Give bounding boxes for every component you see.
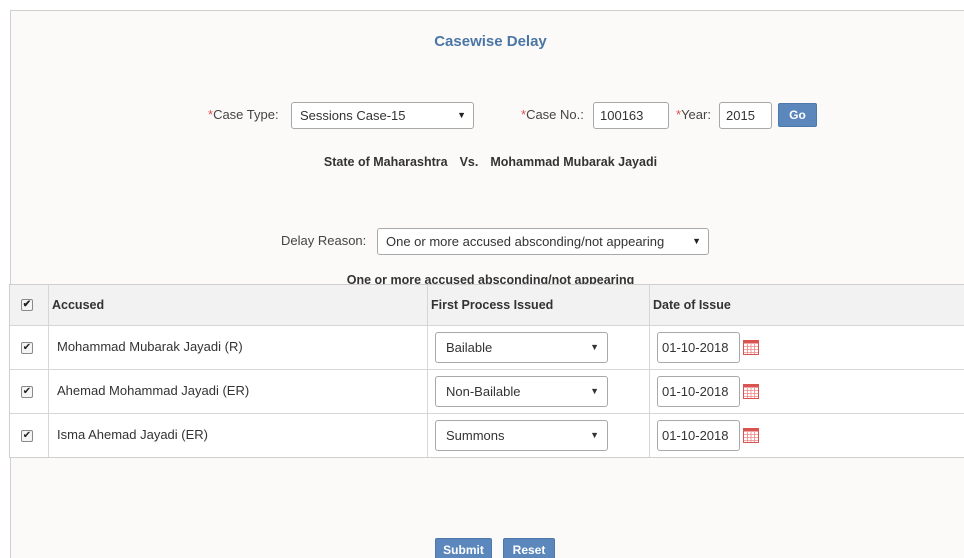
process-value: Summons bbox=[446, 428, 505, 443]
date-of-issue-input[interactable]: 01-10-2018 bbox=[657, 420, 740, 451]
go-button[interactable]: Go bbox=[778, 103, 817, 127]
process-value: Bailable bbox=[446, 340, 493, 355]
date-of-issue-input[interactable]: 01-10-2018 bbox=[657, 332, 740, 363]
process-select[interactable]: Summons ▼ bbox=[435, 420, 608, 451]
accused-name: Isma Ahemad Jayadi (ER) bbox=[57, 427, 209, 442]
chevron-down-icon: ▼ bbox=[590, 342, 599, 352]
delay-reason-label: Delay Reason: bbox=[281, 233, 367, 248]
case-type-select[interactable]: Sessions Case-15 ▼ bbox=[291, 102, 474, 129]
table-header-row: ✔ Accused First Process Issued Date of I… bbox=[10, 285, 964, 325]
chevron-down-icon: ▼ bbox=[590, 430, 599, 440]
year-label: *Year: bbox=[676, 107, 711, 122]
date-of-issue-input[interactable]: 01-10-2018 bbox=[657, 376, 740, 407]
calendar-icon[interactable] bbox=[743, 340, 759, 355]
header-first-process: First Process Issued bbox=[427, 285, 649, 325]
case-parties: State of Maharashtra Vs. Mohammad Mubarak … bbox=[11, 155, 964, 169]
select-all-cell: ✔ bbox=[10, 285, 48, 325]
case-type-label: *Case Type: bbox=[208, 107, 279, 122]
table-row: ✔ Mohammad Mubarak Jayadi (R) Bailable ▼ … bbox=[10, 325, 964, 369]
petitioner-name: State of Maharashtra bbox=[323, 155, 448, 169]
process-select[interactable]: Non-Bailable ▼ bbox=[435, 376, 608, 407]
table-row: ✔ Ahemad Mohammad Jayadi (ER) Non-Bailab… bbox=[10, 369, 964, 413]
accused-name: Ahemad Mohammad Jayadi (ER) bbox=[57, 383, 250, 398]
versus-text: Vs. bbox=[459, 155, 479, 169]
delay-reason-select[interactable]: One or more accused absconding/not appea… bbox=[377, 228, 709, 255]
reset-button[interactable]: Reset bbox=[503, 538, 555, 558]
calendar-icon[interactable] bbox=[743, 384, 759, 399]
header-accused: Accused bbox=[48, 285, 427, 325]
case-no-input[interactable]: 100163 bbox=[593, 102, 669, 129]
case-no-label: *Case No.: bbox=[521, 107, 584, 122]
select-all-checkbox[interactable]: ✔ bbox=[21, 299, 33, 311]
row-checkbox[interactable]: ✔ bbox=[21, 342, 33, 354]
chevron-down-icon: ▼ bbox=[590, 386, 599, 396]
header-date-of-issue: Date of Issue bbox=[649, 285, 964, 325]
year-input[interactable]: 2015 bbox=[719, 102, 772, 129]
chevron-down-icon: ▼ bbox=[457, 110, 466, 120]
page-title: Casewise Delay bbox=[434, 33, 547, 50]
delay-reason-value: One or more accused absconding/not appea… bbox=[386, 234, 665, 249]
process-select[interactable]: Bailable ▼ bbox=[435, 332, 608, 363]
process-value: Non-Bailable bbox=[446, 384, 521, 399]
chevron-down-icon: ▼ bbox=[692, 236, 701, 246]
calendar-icon[interactable] bbox=[743, 428, 759, 443]
accused-name: Mohammad Mubarak Jayadi (R) bbox=[57, 339, 243, 354]
submit-button[interactable]: Submit bbox=[435, 538, 492, 558]
table-row: ✔ Isma Ahemad Jayadi (ER) Summons ▼ 01-10… bbox=[10, 413, 964, 457]
respondent-name: Mohammad Mubarak Jayadi bbox=[490, 155, 658, 169]
case-type-value: Sessions Case-15 bbox=[300, 108, 406, 123]
row-checkbox[interactable]: ✔ bbox=[21, 386, 33, 398]
accused-table: ✔ Accused First Process Issued Date of I… bbox=[9, 284, 964, 458]
row-checkbox[interactable]: ✔ bbox=[21, 430, 33, 442]
